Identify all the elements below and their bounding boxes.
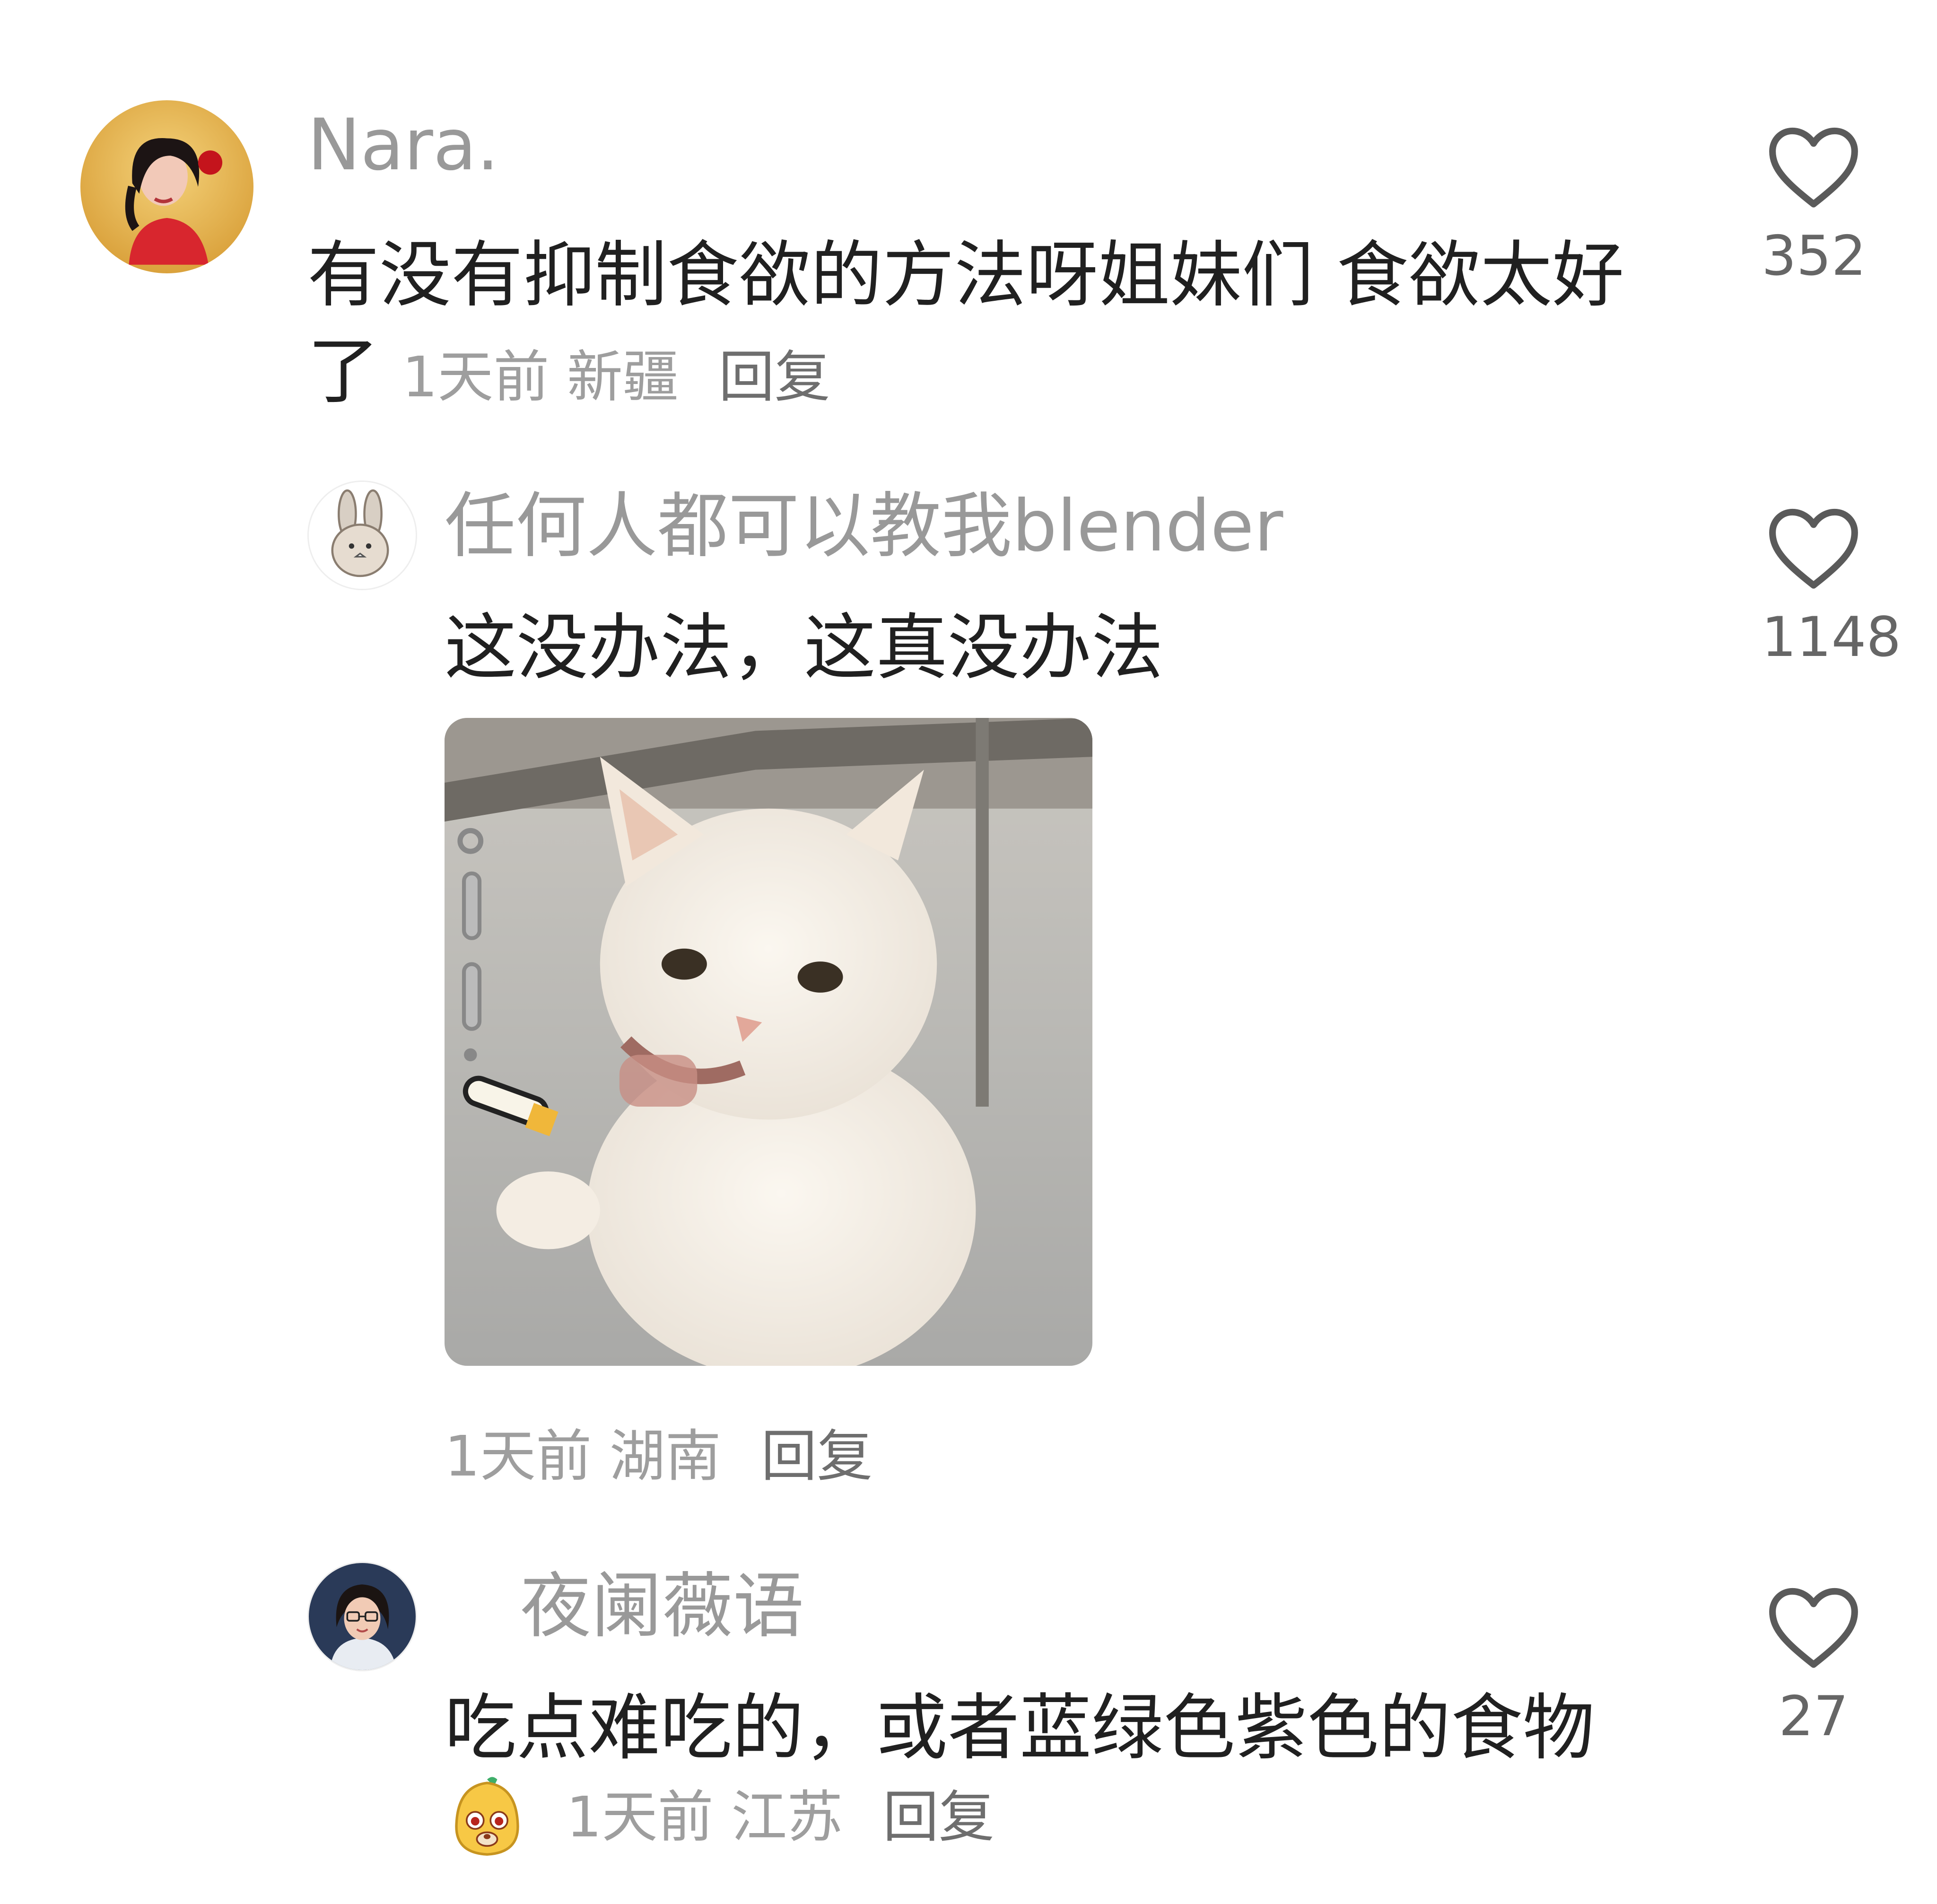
username[interactable]: Nara. bbox=[307, 110, 499, 181]
comment-text: 这没办法，这真没办法 bbox=[445, 600, 1674, 696]
like-count: 352 bbox=[1762, 224, 1867, 288]
user-avatar[interactable] bbox=[307, 480, 417, 590]
reply-button[interactable]: 回复 bbox=[719, 344, 830, 410]
comment-meta: 1天前 江苏 回复 bbox=[445, 1774, 995, 1868]
like-button[interactable]: 1148 bbox=[1762, 505, 1902, 669]
username[interactable]: 任何人都可以教我blender bbox=[445, 491, 1283, 562]
like-button[interactable]: 27 bbox=[1762, 1584, 1866, 1744]
like-count: 27 bbox=[1779, 1685, 1849, 1748]
user-avatar[interactable] bbox=[80, 100, 253, 273]
comment-text: 吃点难吃的，或者蓝绿色紫色的食物 bbox=[445, 1680, 1731, 1776]
heart-outline-icon bbox=[1769, 508, 1858, 589]
comment-body: 吃点难吃的，或者蓝绿色紫色的食物 bbox=[445, 1686, 1595, 1770]
comment-time: 1天前 bbox=[445, 1424, 592, 1489]
like-count: 1148 bbox=[1762, 605, 1902, 669]
heart-outline-icon bbox=[1769, 127, 1858, 208]
comment-time: 1天前 bbox=[566, 1784, 714, 1850]
comment-time: 1天前 bbox=[402, 344, 550, 410]
sticker-image[interactable] bbox=[445, 718, 1092, 1366]
heart-outline-icon bbox=[1769, 1588, 1858, 1668]
comment-text: 有没有抑制食欲的方法呀姐妹们 食欲太好了 1天前 新疆 回复 bbox=[307, 227, 1641, 419]
comment-meta: 1天前 湖南 回复 bbox=[445, 1428, 873, 1484]
username[interactable]: 夜阑薇语 bbox=[520, 1571, 804, 1642]
comment-body: 这没办法，这真没办法 bbox=[445, 606, 1163, 690]
mascot-sticker-icon bbox=[445, 1774, 530, 1868]
reply-button[interactable]: 回复 bbox=[761, 1424, 873, 1489]
user-avatar[interactable] bbox=[307, 1562, 417, 1671]
comment-location: 新疆 bbox=[567, 344, 679, 410]
reply-button[interactable]: 回复 bbox=[883, 1784, 995, 1850]
comment-location: 湖南 bbox=[609, 1424, 721, 1489]
comment-location: 江苏 bbox=[731, 1784, 843, 1850]
comment-meta: 1天前 新疆 回复 bbox=[402, 344, 830, 410]
like-button[interactable]: 352 bbox=[1762, 124, 1866, 284]
